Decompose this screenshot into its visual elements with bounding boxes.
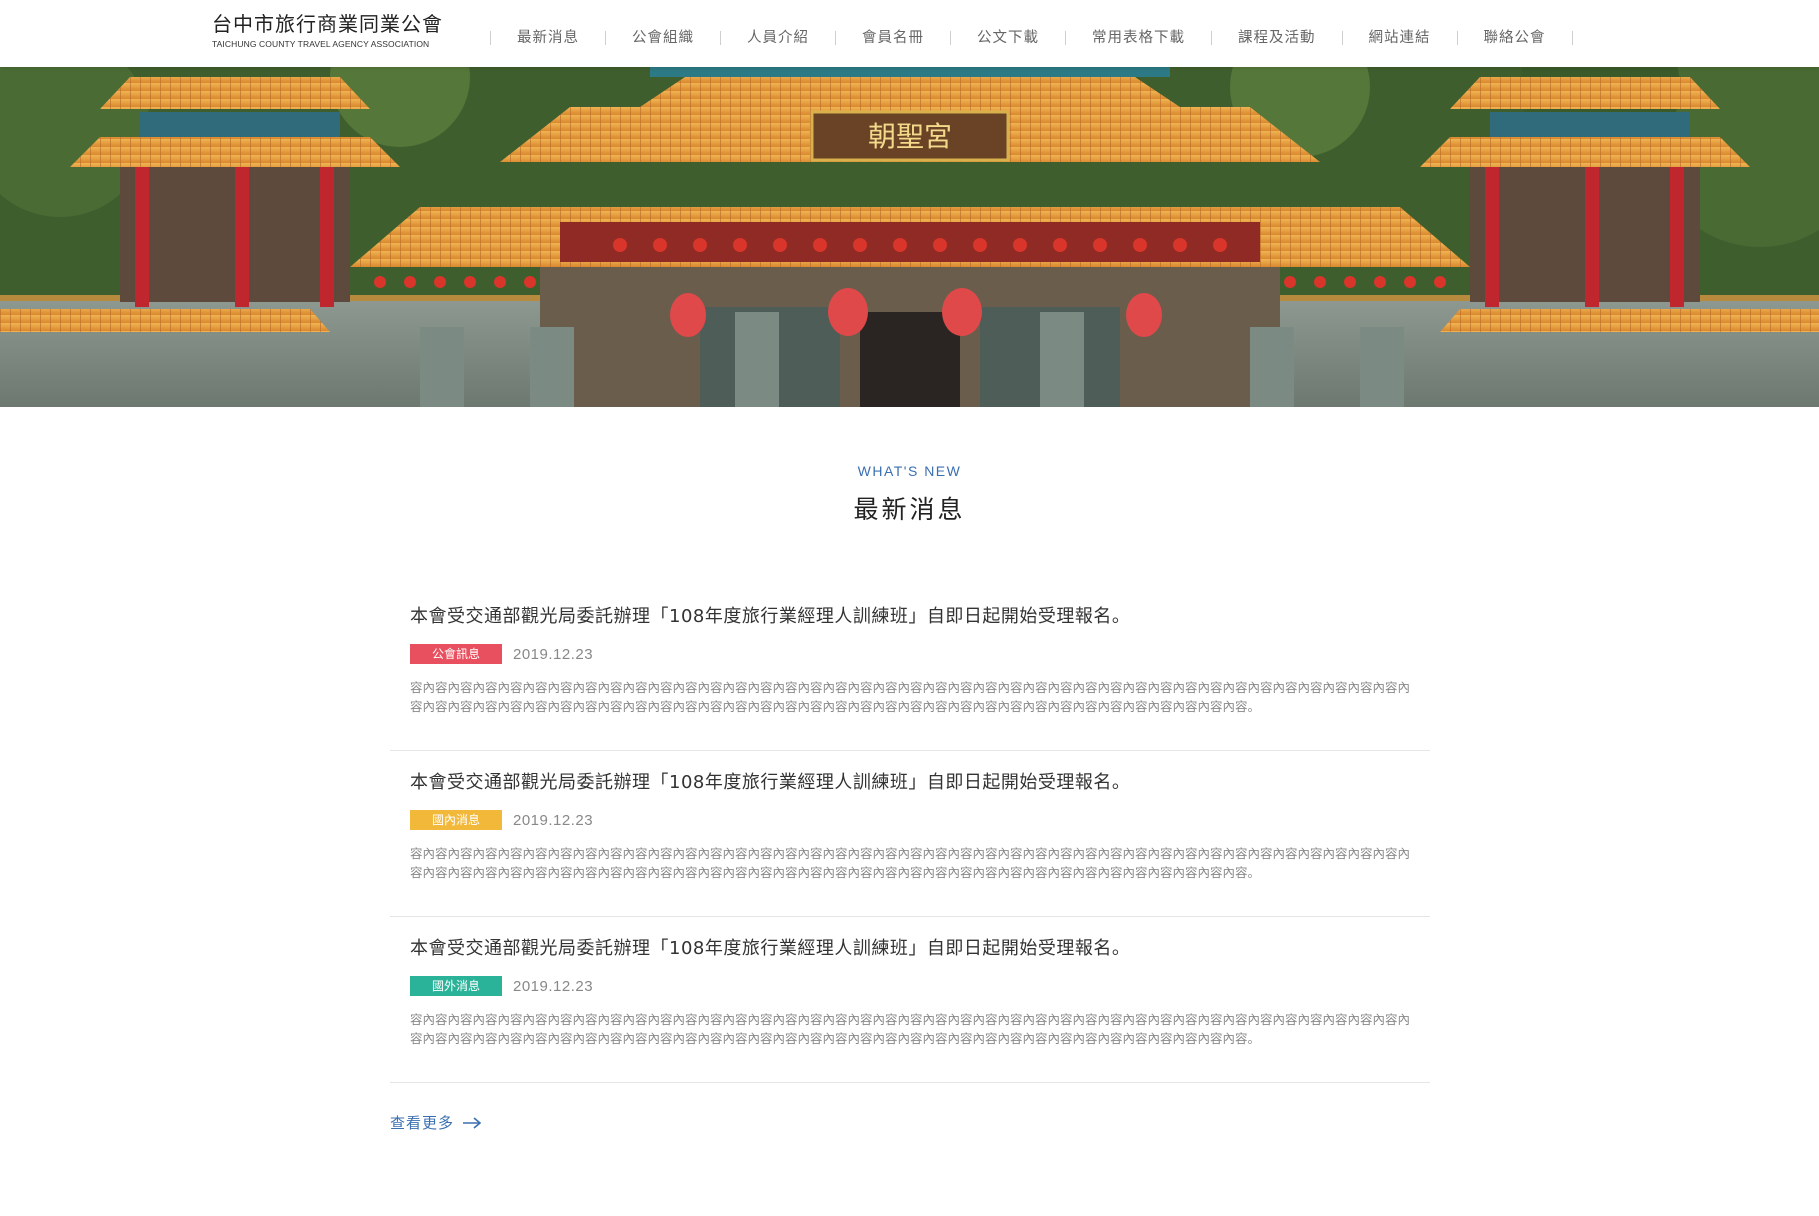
category-badge: 國外消息: [410, 976, 502, 996]
news-item[interactable]: 本會受交通部觀光局委託辦理「108年度旅行業經理人訓練班」自即日起開始受理報名。…: [390, 585, 1430, 751]
nav-item-contact[interactable]: 聯絡公會: [1458, 26, 1572, 50]
site-header: 台中市旅行商業同業公會 TAICHUNG COUNTY TRAVEL AGENC…: [0, 0, 1819, 67]
nav-item-forms[interactable]: 常用表格下載: [1066, 26, 1211, 50]
news-date: 2019.12.23: [513, 645, 594, 663]
news-excerpt: 容內容內容內容內容內容內容內容內容內容內容內容內容內容內容內容內容內容內容內容內…: [410, 680, 1411, 714]
arrow-right-icon: [463, 1116, 482, 1129]
nav-item-courses[interactable]: 課程及活動: [1212, 26, 1342, 50]
hero-banner: 朝聖宮: [0, 67, 1819, 407]
news-title[interactable]: 本會受交通部觀光局委託辦理「108年度旅行業經理人訓練班」自即日起開始受理報名。: [410, 605, 1410, 629]
news-item[interactable]: 本會受交通部觀光局委託辦理「108年度旅行業經理人訓練班」自即日起開始受理報名。…: [390, 917, 1430, 1083]
news-item[interactable]: 本會受交通部觀光局委託辦理「108年度旅行業經理人訓練班」自即日起開始受理報名。…: [390, 751, 1430, 917]
nav-item-staff[interactable]: 人員介紹: [721, 26, 835, 50]
news-excerpt: 容內容內容內容內容內容內容內容內容內容內容內容內容內容內容內容內容內容內容內容內…: [410, 1012, 1411, 1046]
news-title[interactable]: 本會受交通部觀光局委託辦理「108年度旅行業經理人訓練班」自即日起開始受理報名。: [410, 771, 1410, 795]
news-list: 本會受交通部觀光局委託辦理「108年度旅行業經理人訓練班」自即日起開始受理報名。…: [390, 585, 1430, 1083]
news-title[interactable]: 本會受交通部觀光局委託辦理「108年度旅行業經理人訓練班」自即日起開始受理報名。: [410, 937, 1410, 961]
news-meta: 公會訊息 2019.12.23: [410, 644, 1410, 664]
temple-banner-image: 朝聖宮: [0, 67, 1819, 407]
view-more-label: 查看更多: [390, 1114, 455, 1132]
nav-item-links[interactable]: 網站連結: [1343, 26, 1457, 50]
news-date: 2019.12.23: [513, 811, 594, 829]
nav-item-documents[interactable]: 公文下載: [951, 26, 1065, 50]
nav-item-organization[interactable]: 公會組織: [606, 26, 720, 50]
temple-plaque-text: 朝聖宮: [868, 120, 952, 153]
news-meta: 國外消息 2019.12.23: [410, 976, 1410, 996]
main-nav: 最新消息 公會組織 人員介紹 會員名冊 公文下載 常用表格下載 課程及活動 網站…: [490, 26, 1573, 50]
section-subtitle: WHAT'S NEW: [857, 463, 962, 479]
news-meta: 國內消息 2019.12.23: [410, 810, 1410, 830]
category-badge: 國內消息: [410, 810, 502, 830]
news-excerpt: 容內容內容內容內容內容內容內容內容內容內容內容內容內容內容內容內容內容內容內容內…: [410, 846, 1411, 880]
category-badge: 公會訊息: [410, 644, 502, 664]
site-logo[interactable]: 台中市旅行商業同業公會 TAICHUNG COUNTY TRAVEL AGENC…: [212, 12, 442, 52]
logo-title-zh: 台中市旅行商業同業公會: [212, 12, 443, 36]
news-date: 2019.12.23: [513, 977, 594, 995]
section-title: 最新消息: [853, 495, 966, 524]
nav-item-members[interactable]: 會員名冊: [836, 26, 950, 50]
logo-title-en: TAICHUNG COUNTY TRAVEL AGENCY ASSOCIATIO…: [212, 39, 430, 49]
view-more-link[interactable]: 查看更多: [390, 1112, 482, 1133]
nav-divider: [1571, 31, 1573, 45]
nav-item-news[interactable]: 最新消息: [491, 26, 605, 50]
